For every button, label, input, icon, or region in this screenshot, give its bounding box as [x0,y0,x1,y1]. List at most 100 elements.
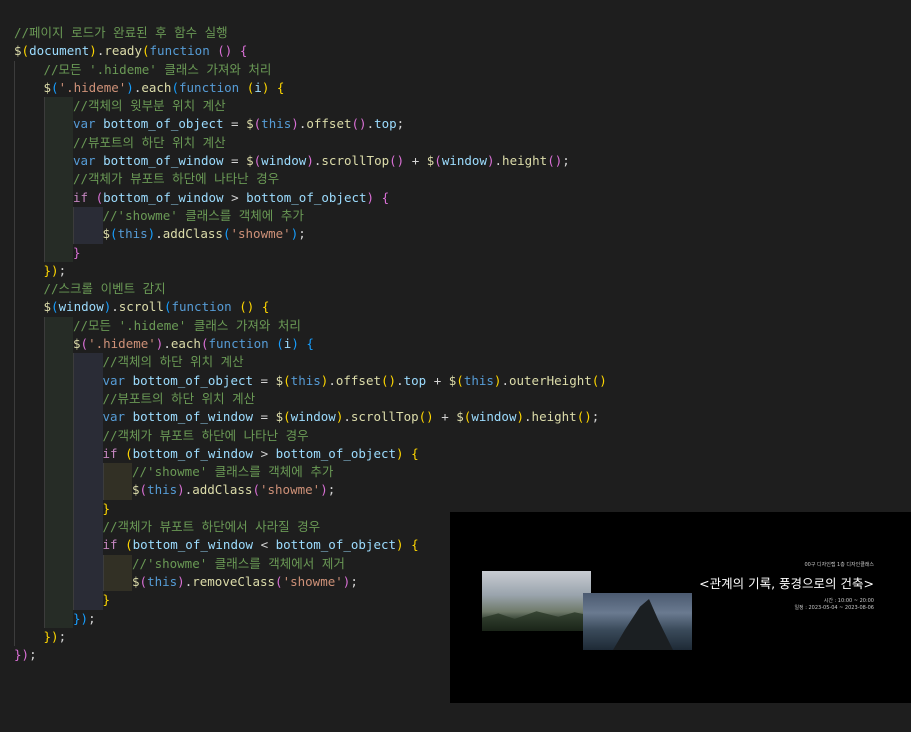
code-token: . [155,226,163,242]
code-line[interactable]: $('.hideme').each(function (i) { [14,78,607,98]
code-token: . [494,153,503,169]
code-token: () [389,153,405,169]
code-token: $ [132,573,140,589]
code-token: if [102,537,118,553]
code-token: }) [43,628,59,644]
code-token: ; [58,262,67,278]
code-token: window [441,153,487,169]
code-token: ) [291,116,299,132]
code-token: //객체의 윗부분 위치 계산 [73,98,226,114]
code-token: //뷰포트의 하단 위치 계산 [73,134,226,150]
code-line[interactable]: $(this).addClass('showme'); [14,225,607,244]
indent-guide [73,225,103,244]
code-token: { [306,336,314,352]
code-token: ; [58,628,67,644]
code-line[interactable]: $(this).addClass('showme'); [14,481,607,500]
code-line[interactable]: //모든 '.hideme' 클래스 가져와 처리 [14,60,607,79]
code-token: ; [327,482,336,498]
indent-guide [14,115,44,134]
code-line[interactable]: $(window).scroll(function () { [14,298,607,317]
code-token: offset [335,372,381,388]
code-line[interactable]: if (bottom_of_window > bottom_of_object)… [14,444,607,464]
code-line[interactable]: $(document).ready(function () { [14,42,607,60]
code-token: offset [306,116,352,132]
code-token: () [217,43,233,59]
exhibition-title: <관계의 기록, 풍경으로의 건축> [699,576,874,591]
indent-guide [14,97,44,116]
code-token: ) [177,482,185,498]
code-line[interactable]: //뷰포트의 하단 위치 계산 [14,133,607,153]
code-token: bottom_of_window [132,409,254,425]
indent-guide [14,463,44,482]
code-token: ( [21,43,30,59]
code-token: '.hideme' [58,79,127,95]
indent-guide [73,206,103,226]
indent-guide [73,536,103,555]
code-line[interactable]: //'showme' 클래스를 객체에 추가 [14,206,607,226]
indent-guide [14,188,44,207]
indent-guide [43,335,73,354]
code-token: bottom_of_window [103,153,224,169]
code-line[interactable]: //뷰포트의 하단 위치 계산 [14,389,607,409]
indent-guide [14,444,44,464]
code-token: top [403,372,427,388]
code-token: //객체가 뷰포트 하단에 나타난 경우 [73,171,280,187]
code-token: . [396,372,404,388]
code-token: //페이지 로드가 완료된 후 함수 실행 [14,25,228,40]
code-token: bottom_of_object [246,189,367,205]
code-token: . [366,116,375,132]
code-line[interactable]: //스크롤 이벤트 감지 [14,280,607,299]
code-token: this [147,573,178,589]
code-token: ( [276,336,284,352]
code-token: ( [434,153,442,169]
code-line[interactable]: //객체의 윗부분 위치 계산 [14,97,607,116]
indent-guide [14,572,44,592]
code-token: () [418,409,434,425]
code-line[interactable]: //'showme' 클래스를 객체에 추가 [14,463,607,482]
indent-guide [43,444,73,464]
code-token: 'showme' [230,226,291,242]
indent-guide [14,536,44,555]
code-token: this [290,372,321,388]
indent-guide [14,243,44,262]
code-line[interactable]: $('.hideme').each(function (i) { [14,335,607,354]
code-token: } [102,500,111,516]
code-line[interactable]: if (bottom_of_window > bottom_of_object)… [14,188,607,207]
code-line[interactable]: var bottom_of_window = $(window).scrollT… [14,152,607,171]
code-token: var [102,409,126,425]
code-token: . [524,409,532,425]
code-token: ) [486,153,495,169]
indent-guide [73,572,103,592]
code-line[interactable]: //객체가 뷰포트 하단에 나타난 경우 [14,426,607,445]
code-token: () [547,153,563,169]
code-token: . [328,372,336,388]
code-token: addClass [162,226,223,242]
indent-guide [73,591,103,610]
landscape-photo-cliff [583,593,692,650]
landscape-photo-mountains [482,571,591,631]
code-line[interactable]: } [14,243,607,262]
code-token: //객체가 뷰포트 하단에 나타난 경우 [102,427,309,443]
code-line[interactable]: var bottom_of_object = $(this).offset().… [14,371,607,390]
code-line[interactable]: //모든 '.hideme' 클래스 가져와 처리 [14,316,607,336]
code-token: } [73,244,81,260]
code-token: ) [366,189,375,205]
code-line[interactable]: //페이지 로드가 완료된 후 함수 실행 [14,24,607,42]
code-line[interactable]: var bottom_of_window = $(window).scrollT… [14,408,607,427]
code-token: ) [89,43,97,59]
indent-guide [14,206,44,226]
code-token: function [171,299,232,315]
code-token: //모든 '.hideme' 클래스 가져와 처리 [73,317,301,333]
code-line[interactable]: //객체가 뷰포트 하단에 나타난 경우 [14,170,607,189]
indent-guide [43,609,73,628]
code-line[interactable]: //객체의 하단 위치 계산 [14,353,607,372]
code-token: $ [275,372,284,388]
code-line[interactable]: var bottom_of_object = $(this).offset().… [14,115,607,134]
code-token: = [223,153,247,169]
indent-guide [43,115,73,134]
code-line[interactable]: }); [14,261,607,281]
